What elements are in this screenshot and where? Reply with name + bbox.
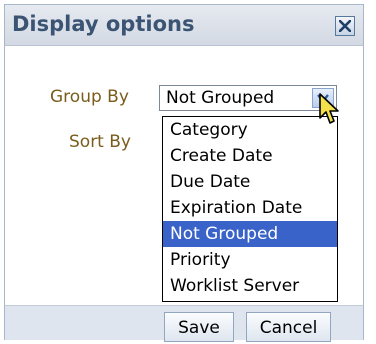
sort-by-label: Sort By: [69, 132, 131, 152]
group-by-label: Group By: [50, 87, 129, 107]
dialog-title: Display options: [12, 12, 195, 36]
dropdown-option[interactable]: Not Grouped: [163, 221, 337, 247]
save-button[interactable]: Save: [164, 312, 234, 342]
close-button[interactable]: [335, 16, 355, 36]
group-by-options-list: Category Create Date Due Date Expiration Da…: [162, 116, 338, 302]
dropdown-option[interactable]: Worklist Server: [163, 273, 337, 299]
group-by-select[interactable]: Not Grouped: [159, 85, 337, 111]
dropdown-option[interactable]: Expiration Date: [163, 195, 337, 221]
mouse-pointer-icon: [319, 93, 339, 124]
group-by-value: Not Grouped: [166, 88, 275, 108]
dropdown-option[interactable]: Create Date: [163, 143, 337, 169]
dropdown-option[interactable]: Due Date: [163, 169, 337, 195]
dialog-titlebar: Display options: [5, 5, 363, 46]
close-icon: [339, 20, 351, 32]
display-options-dialog: Display options Group By Sort By Not Gro…: [4, 4, 364, 342]
cancel-button[interactable]: Cancel: [246, 312, 331, 342]
dropdown-option[interactable]: Priority: [163, 247, 337, 273]
dropdown-option[interactable]: Category: [163, 117, 337, 143]
